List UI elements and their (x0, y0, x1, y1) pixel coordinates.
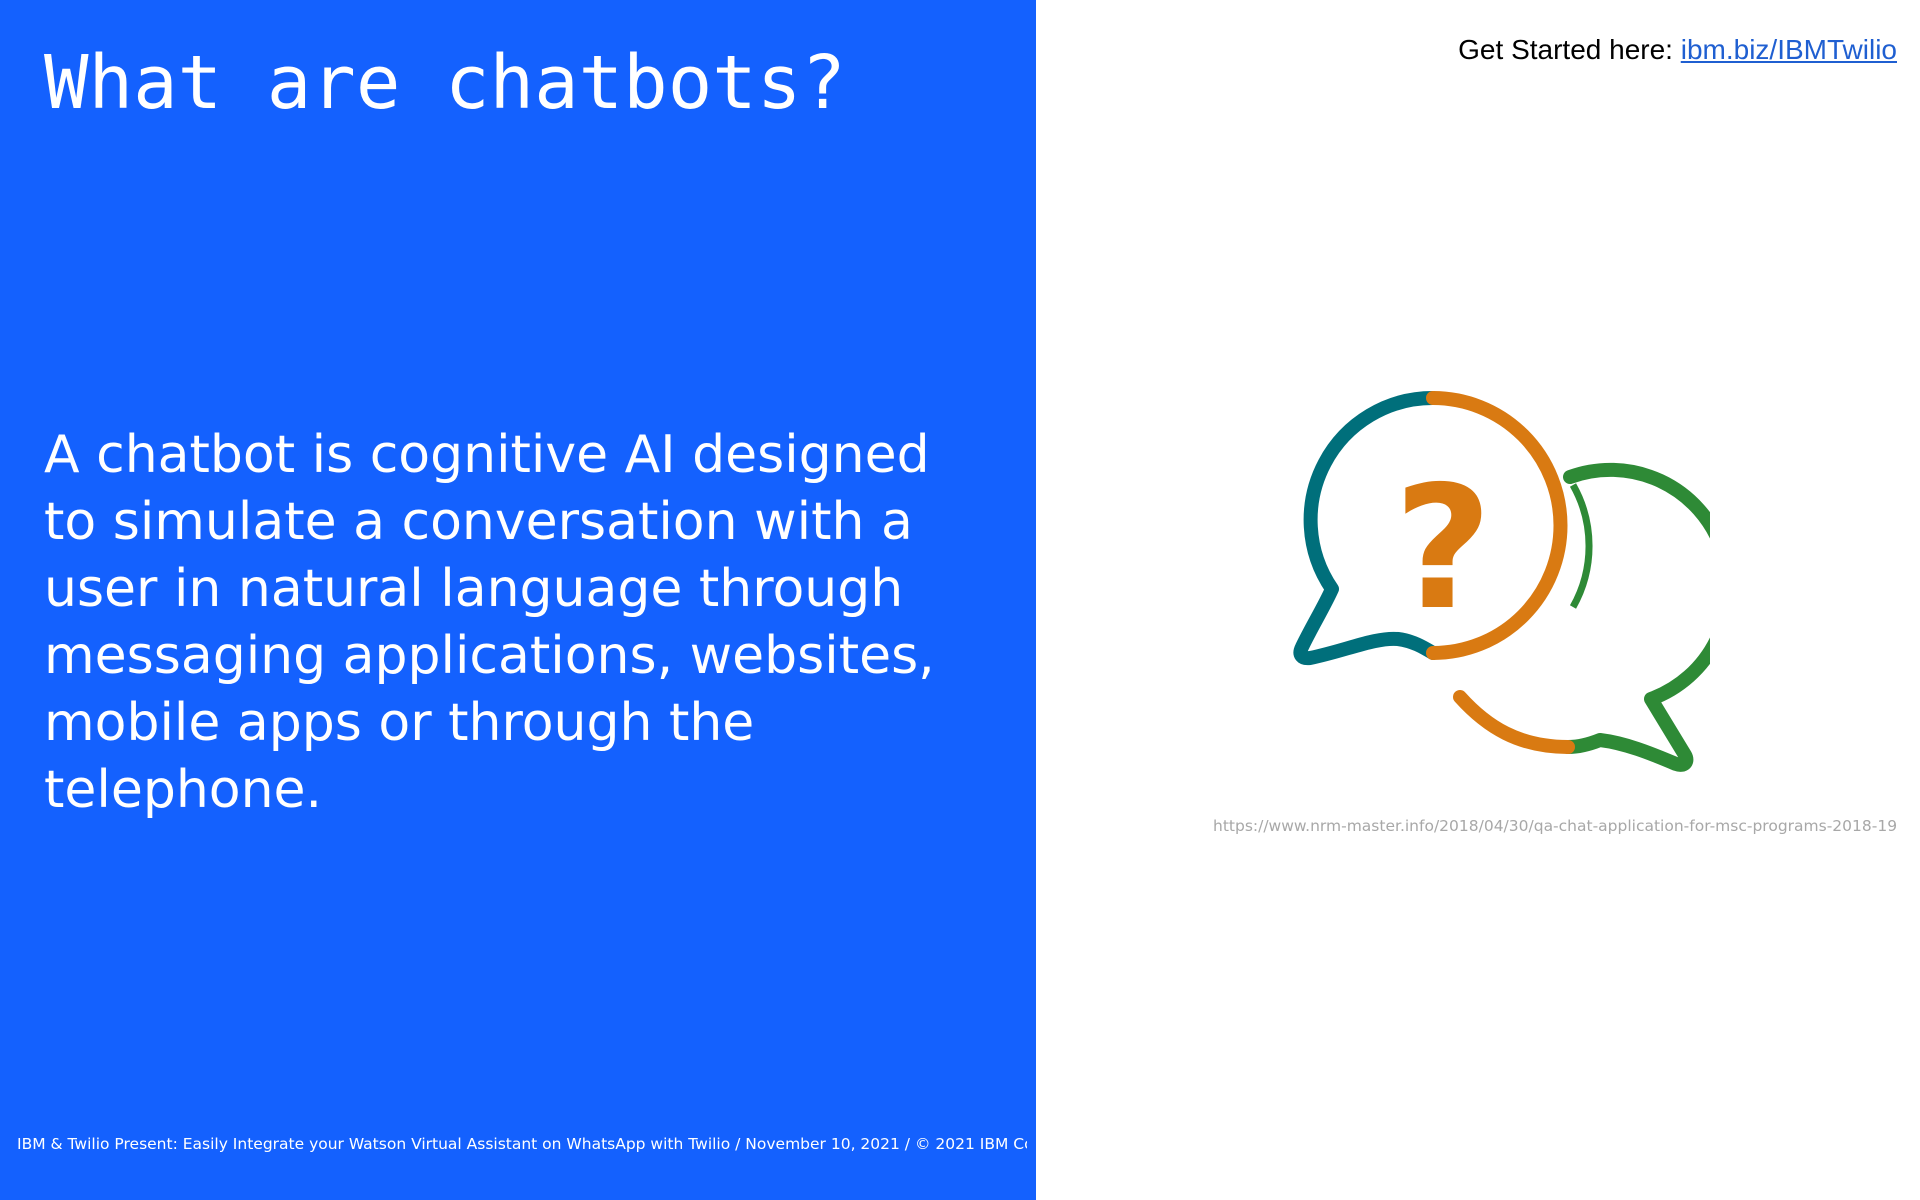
image-source-url: https://www.nrm-master.info/2018/04/30/q… (1213, 817, 1898, 835)
back-bubble-green-outline (1561, 462, 1736, 772)
overlap-green-seam (1569, 483, 1593, 609)
slide-title: What are chatbots? (44, 40, 846, 126)
get-started-link[interactable]: ibm.biz/IBMTwilio (1681, 34, 1897, 65)
back-bubble-orange-outline (1453, 690, 1575, 754)
get-started-line: Get Started here: ibm.biz/IBMTwilio (1458, 32, 1897, 68)
left-panel: What are chatbots? A chatbot is cognitiv… (0, 0, 1036, 1200)
slide: What are chatbots? A chatbot is cognitiv… (0, 0, 1920, 1200)
get-started-label: Get Started here: (1458, 34, 1681, 65)
slide-footer: IBM & Twilio Present: Easily Integrate y… (17, 1135, 1027, 1153)
chat-bubbles-question-icon: ? (1290, 385, 1736, 775)
slide-body-text: A chatbot is cognitive AI designed to si… (44, 425, 935, 820)
question-mark: ? (1394, 450, 1493, 648)
